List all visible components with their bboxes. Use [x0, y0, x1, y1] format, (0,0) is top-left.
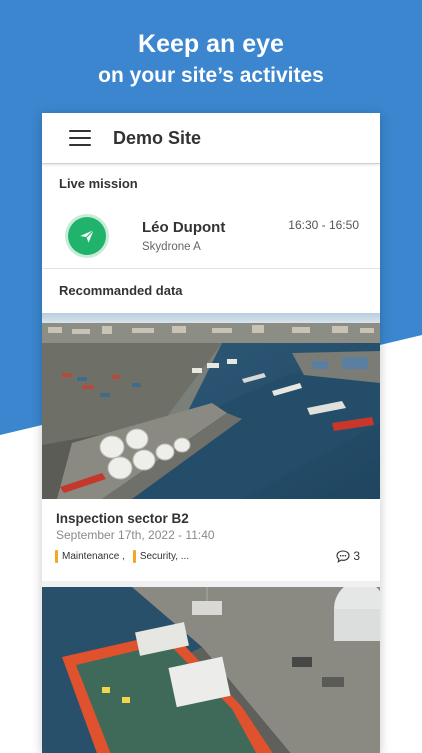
tag-security[interactable]: Security, ...: [132, 550, 190, 563]
hamburger-menu-icon[interactable]: [69, 130, 91, 146]
ship-aerial-photo: [42, 587, 380, 753]
comments-button[interactable]: 3: [336, 549, 360, 563]
comment-count: 3: [353, 549, 360, 563]
card-details: Inspection sector B2 September 17th, 202…: [42, 499, 380, 587]
card-title: Inspection sector B2: [56, 511, 189, 526]
pilot-name: Léo Dupont: [142, 219, 226, 236]
data-card[interactable]: Inspection sector B2 September 17th, 202…: [42, 313, 380, 587]
data-card[interactable]: [42, 587, 380, 753]
tag-list: Maintenance , Security, ...: [55, 550, 197, 563]
mission-time-range: 16:30 - 16:50: [288, 218, 359, 232]
comment-bubble-icon: [336, 549, 350, 563]
recommended-data-label: Recommanded data: [59, 283, 183, 298]
mission-avatar: [68, 217, 106, 255]
card-date: September 17th, 2022 - 11:40: [56, 528, 215, 542]
send-plane-icon: [80, 229, 95, 243]
tag-accent-bar: [132, 550, 136, 563]
app-bar: Demo Site: [42, 113, 380, 164]
tag-label: Maintenance ,: [62, 551, 125, 562]
site-title: Demo Site: [113, 127, 202, 148]
headline-line-2: on your site’s activites: [98, 64, 324, 87]
mission-text: Léo Dupont Skydrone A: [142, 219, 225, 253]
drone-name: Skydrone A: [142, 241, 201, 253]
tag-label: Security, ...: [139, 551, 190, 562]
live-mission-label: Live mission: [59, 176, 138, 191]
tag-maintenance[interactable]: Maintenance ,: [55, 550, 125, 563]
app-screen: Demo Site Live mission Léo Dupont Skydro…: [42, 113, 380, 753]
headline-line-1: Keep an eye: [138, 30, 284, 58]
port-aerial-photo: [42, 313, 380, 499]
live-mission-item[interactable]: Léo Dupont Skydrone A 16:30 - 16:50: [42, 204, 380, 269]
headline: Keep an eye on your site’s activites: [0, 26, 422, 90]
tag-accent-bar: [55, 550, 58, 563]
